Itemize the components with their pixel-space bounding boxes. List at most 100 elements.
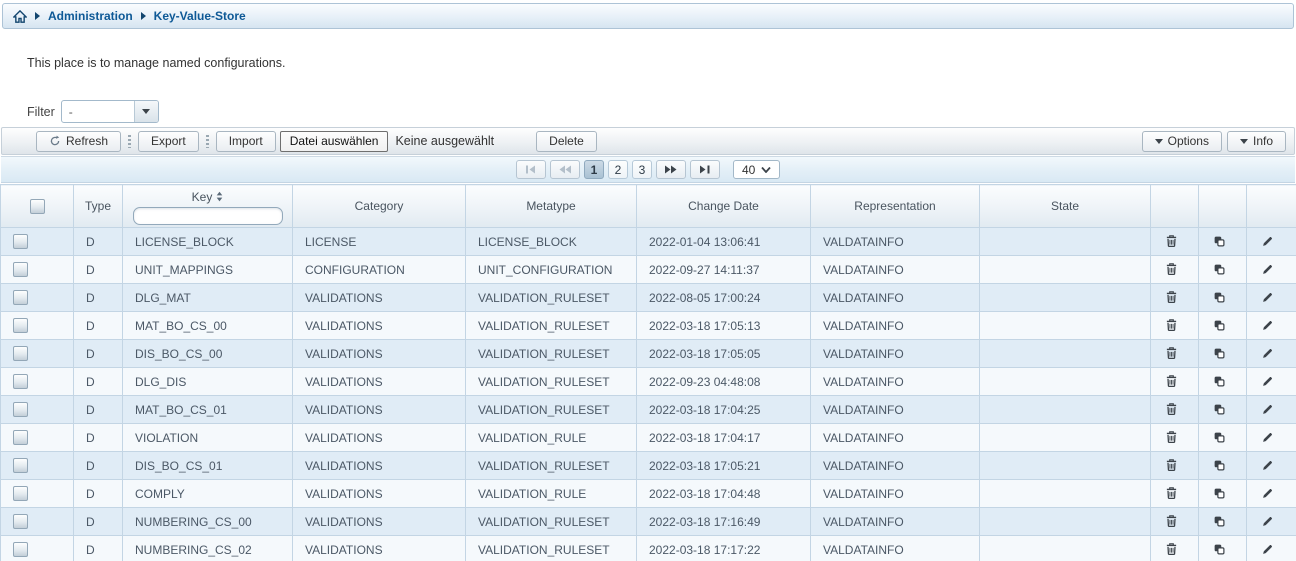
row-copy-button[interactable] [1211, 513, 1228, 530]
table-row[interactable]: D DLG_MAT VALIDATIONS VALIDATION_RULESET… [1, 284, 1296, 312]
cell-edit [1247, 228, 1296, 256]
row-copy-button[interactable] [1211, 485, 1228, 502]
table-row[interactable]: D NUMBERING_CS_00 VALIDATIONS VALIDATION… [1, 508, 1296, 536]
table-row[interactable]: D LICENSE_BLOCK LICENSE LICENSE_BLOCK 20… [1, 228, 1296, 256]
table-row[interactable]: D VIOLATION VALIDATIONS VALIDATION_RULE … [1, 424, 1296, 452]
export-label: Export [151, 134, 186, 148]
row-checkbox[interactable] [13, 430, 28, 445]
row-delete-button[interactable] [1163, 428, 1180, 446]
import-button[interactable]: Import [216, 131, 276, 152]
row-copy-button[interactable] [1211, 261, 1228, 278]
row-delete-button[interactable] [1163, 344, 1180, 362]
row-edit-button[interactable] [1259, 289, 1276, 306]
row-copy-button[interactable] [1211, 457, 1228, 474]
row-checkbox[interactable] [13, 374, 28, 389]
header-representation: Representation [811, 185, 980, 228]
options-menu-button[interactable]: Options [1142, 131, 1222, 152]
table-row[interactable]: D NUMBERING_CS_02 VALIDATIONS VALIDATION… [1, 536, 1296, 561]
row-delete-button[interactable] [1163, 400, 1180, 418]
row-delete-button[interactable] [1163, 316, 1180, 334]
file-choose-button[interactable]: Datei auswählen [280, 131, 389, 152]
table-row[interactable]: D DLG_DIS VALIDATIONS VALIDATION_RULESET… [1, 368, 1296, 396]
paginator-page-2[interactable]: 2 [608, 160, 628, 179]
row-delete-button[interactable] [1163, 372, 1180, 390]
row-delete-button[interactable] [1163, 540, 1180, 558]
row-delete-button[interactable] [1163, 456, 1180, 474]
row-copy-button[interactable] [1211, 317, 1228, 334]
row-copy-button[interactable] [1211, 373, 1228, 390]
trash-icon [1165, 430, 1178, 444]
cell-edit [1247, 368, 1296, 396]
cell-change-date: 2022-03-18 17:05:05 [637, 340, 811, 368]
select-all-checkbox[interactable] [30, 199, 45, 214]
cell-delete [1151, 424, 1199, 452]
row-copy-button[interactable] [1211, 289, 1228, 306]
paginator-first-button[interactable] [516, 160, 546, 179]
row-edit-button[interactable] [1259, 261, 1276, 278]
row-copy-button[interactable] [1211, 345, 1228, 362]
key-sort-header[interactable]: Key [123, 190, 292, 204]
table-row[interactable]: D DIS_BO_CS_01 VALIDATIONS VALIDATION_RU… [1, 452, 1296, 480]
table-row[interactable]: D MAT_BO_CS_00 VALIDATIONS VALIDATION_RU… [1, 312, 1296, 340]
row-checkbox[interactable] [13, 262, 28, 277]
row-edit-button[interactable] [1259, 345, 1276, 362]
row-delete-button[interactable] [1163, 232, 1180, 250]
breadcrumb-link-administration[interactable]: Administration [48, 9, 133, 23]
row-edit-button[interactable] [1259, 457, 1276, 474]
export-button[interactable]: Export [138, 131, 199, 152]
copy-icon [1213, 487, 1226, 500]
filter-select[interactable]: - [61, 100, 159, 123]
row-checkbox[interactable] [13, 458, 28, 473]
copy-icon [1213, 543, 1226, 556]
row-checkbox[interactable] [13, 486, 28, 501]
toolbar-separator [128, 135, 131, 148]
paginator-page-1[interactable]: 1 [584, 160, 604, 179]
paginator-last-button[interactable] [690, 160, 720, 179]
row-checkbox[interactable] [13, 290, 28, 305]
row-edit-button[interactable] [1259, 541, 1276, 558]
page-size-select[interactable]: 40 [733, 160, 780, 179]
key-filter-input[interactable] [133, 207, 283, 225]
row-edit-button[interactable] [1259, 485, 1276, 502]
row-delete-button[interactable] [1163, 288, 1180, 306]
breadcrumb-link-key-value-store[interactable]: Key-Value-Store [154, 9, 246, 23]
row-delete-button[interactable] [1163, 512, 1180, 530]
cell-copy [1199, 312, 1247, 340]
row-checkbox[interactable] [13, 402, 28, 417]
filter-select-arrow-button[interactable] [134, 101, 158, 122]
refresh-button[interactable]: Refresh [36, 131, 121, 152]
row-checkbox[interactable] [13, 514, 28, 529]
row-edit-button[interactable] [1259, 373, 1276, 390]
table-row[interactable]: D DIS_BO_CS_00 VALIDATIONS VALIDATION_RU… [1, 340, 1296, 368]
cell-select [1, 508, 74, 536]
home-icon[interactable] [13, 10, 27, 23]
row-edit-button[interactable] [1259, 401, 1276, 418]
table-row[interactable]: D MAT_BO_CS_01 VALIDATIONS VALIDATION_RU… [1, 396, 1296, 424]
row-copy-button[interactable] [1211, 541, 1228, 558]
table-row[interactable]: D COMPLY VALIDATIONS VALIDATION_RULE 202… [1, 480, 1296, 508]
row-copy-button[interactable] [1211, 401, 1228, 418]
delete-button[interactable]: Delete [536, 131, 597, 152]
row-checkbox[interactable] [13, 318, 28, 333]
row-edit-button[interactable] [1259, 317, 1276, 334]
row-edit-button[interactable] [1259, 233, 1276, 250]
row-checkbox[interactable] [13, 542, 28, 557]
row-edit-button[interactable] [1259, 513, 1276, 530]
cell-select [1, 340, 74, 368]
row-copy-button[interactable] [1211, 429, 1228, 446]
paginator-next-button[interactable] [656, 160, 686, 179]
header-edit-column [1247, 185, 1296, 228]
cell-copy [1199, 452, 1247, 480]
cell-representation: VALDATAINFO [811, 536, 980, 561]
info-menu-button[interactable]: Info [1227, 131, 1286, 152]
row-edit-button[interactable] [1259, 429, 1276, 446]
table-row[interactable]: D UNIT_MAPPINGS CONFIGURATION UNIT_CONFI… [1, 256, 1296, 284]
row-delete-button[interactable] [1163, 484, 1180, 502]
row-copy-button[interactable] [1211, 233, 1228, 250]
header-type: Type [74, 185, 123, 228]
paginator-prev-button[interactable] [550, 160, 580, 179]
row-delete-button[interactable] [1163, 260, 1180, 278]
row-checkbox[interactable] [13, 346, 28, 361]
row-checkbox[interactable] [13, 234, 28, 249]
paginator-page-3[interactable]: 3 [632, 160, 652, 179]
